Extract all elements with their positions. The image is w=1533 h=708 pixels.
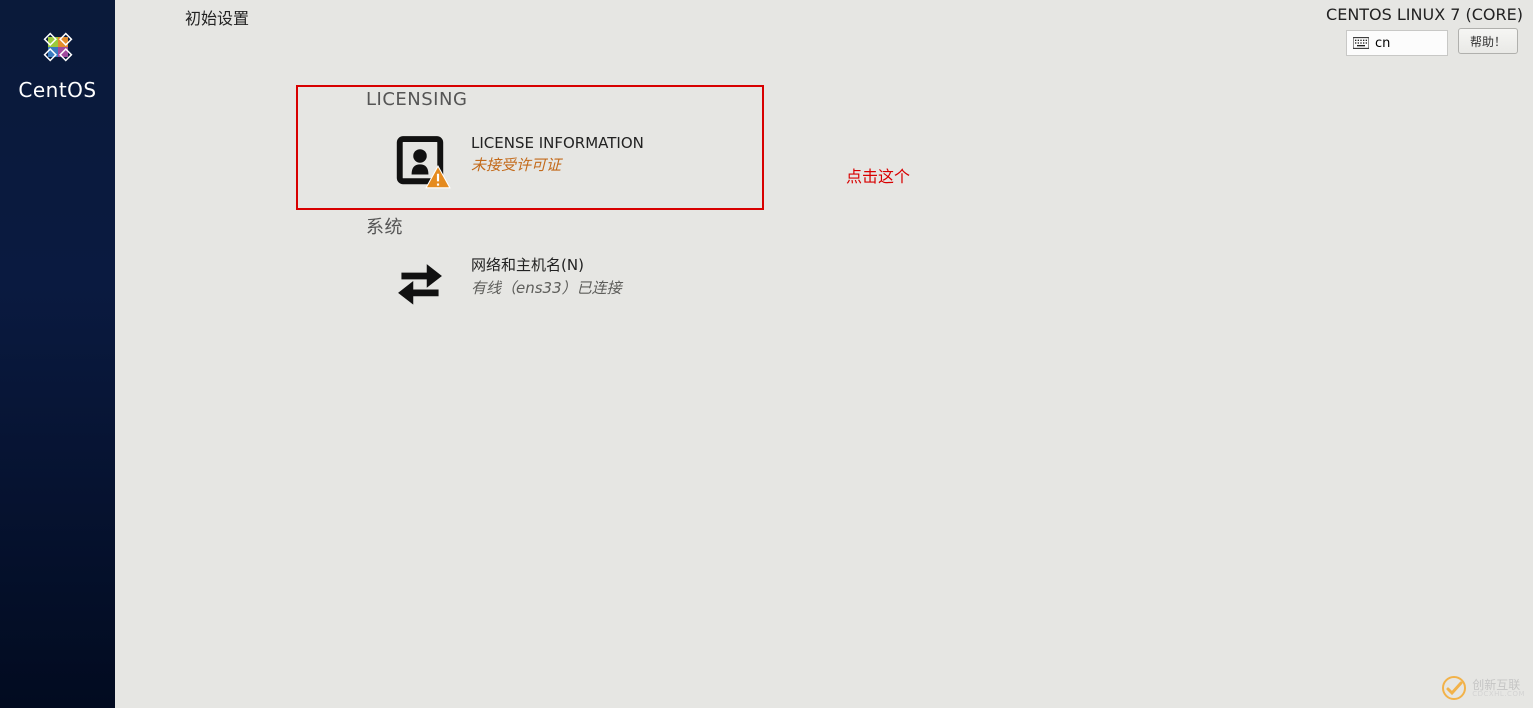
- spoke-network-hostname[interactable]: 网络和主机名(N) 有线（ens33）已连接: [393, 254, 622, 308]
- spoke-network-title: 网络和主机名(N): [471, 254, 622, 275]
- spoke-license-information[interactable]: LICENSE INFORMATION 未接受许可证: [393, 134, 644, 188]
- network-icon: [393, 254, 447, 308]
- spoke-network-status: 有线（ens33）已连接: [471, 277, 622, 298]
- help-button[interactable]: 帮助！: [1458, 28, 1518, 54]
- sidebar: CentOS: [0, 0, 115, 708]
- centos-logo-icon: [33, 22, 83, 72]
- license-icon: [393, 134, 447, 188]
- keyboard-icon: [1353, 37, 1369, 49]
- spoke-license-status: 未接受许可证: [471, 154, 644, 175]
- header: 初始设置 CENTOS LINUX 7 (CORE) cn 帮助！: [115, 0, 1533, 56]
- page-title: 初始设置: [185, 5, 249, 29]
- annotation-text: 点击这个: [846, 163, 910, 187]
- language-code: cn: [1375, 36, 1390, 51]
- section-label-licensing: LICENSING: [366, 89, 467, 110]
- watermark: 创新互联 CDCXHL.COM: [1442, 676, 1525, 700]
- language-selector[interactable]: cn: [1346, 30, 1448, 56]
- spoke-license-title: LICENSE INFORMATION: [471, 134, 644, 152]
- watermark-sub: CDCXHL.COM: [1472, 691, 1525, 698]
- warning-badge-icon: [425, 164, 451, 190]
- watermark-icon: [1442, 676, 1466, 700]
- sidebar-product-name: CentOS: [18, 78, 96, 102]
- main-area: 初始设置 CENTOS LINUX 7 (CORE) cn 帮助！ 点击这个 L…: [115, 0, 1533, 708]
- section-label-system: 系统: [366, 213, 403, 239]
- watermark-text: 创新互联: [1472, 679, 1525, 691]
- os-label: CENTOS LINUX 7 (CORE): [1326, 5, 1523, 24]
- help-button-label: 帮助！: [1470, 33, 1506, 50]
